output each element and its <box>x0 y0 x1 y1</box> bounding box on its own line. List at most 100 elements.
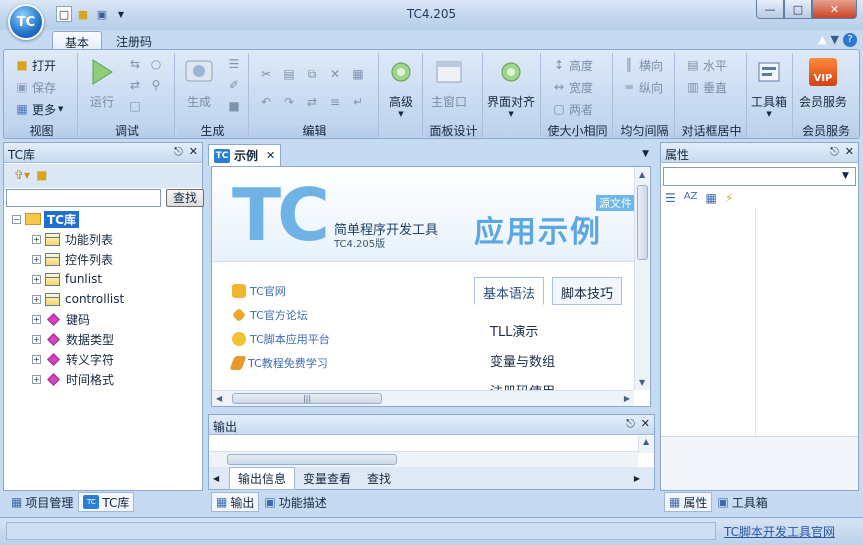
example-item[interactable]: 变量与数组 <box>490 351 555 370</box>
link-script-platform[interactable]: TC脚本应用平台 <box>232 327 330 351</box>
tab-script-tips[interactable]: 脚本技巧 <box>552 277 623 305</box>
pin-icon[interactable]: ⎋ <box>174 145 183 159</box>
member-button[interactable]: VIP 会员服务 <box>799 57 847 110</box>
tab-variable-view[interactable]: 变量查看 <box>295 468 359 489</box>
redo-icon[interactable]: ↷ <box>280 93 298 111</box>
expand-icon[interactable]: + <box>32 354 41 364</box>
debug-search-icon[interactable]: ⚲ <box>147 76 165 94</box>
tree-item[interactable]: + funlist <box>32 269 202 289</box>
expand-icon[interactable]: + <box>32 314 41 324</box>
scroll-left-icon[interactable]: ◀ <box>216 394 222 403</box>
tab-properties[interactable]: ▦ 属性 <box>664 492 713 512</box>
expand-icon[interactable]: + <box>32 234 41 244</box>
maximize-button[interactable]: □ <box>784 0 812 19</box>
stop-icon[interactable]: □ <box>126 97 144 115</box>
space-horizontal-button[interactable]: ║ 横向 <box>621 55 663 75</box>
run-button[interactable]: 运行 <box>86 57 118 110</box>
output-vertical-scrollbar[interactable]: ▲ <box>638 436 654 453</box>
document-horizontal-scrollbar[interactable]: ◀ ||| ▶ <box>212 390 634 406</box>
link-tc-website[interactable]: TC官网 <box>232 279 330 303</box>
tab-project-management[interactable]: ▦ 项目管理 <box>6 492 78 512</box>
expand-icon[interactable]: + <box>32 374 41 384</box>
help-icon[interactable]: ? <box>843 33 857 47</box>
toolbox-button[interactable]: 工具箱 ▼ <box>751 57 787 118</box>
pin-icon[interactable]: ⎋ <box>830 145 839 159</box>
document-vscroll-thumb[interactable] <box>637 185 648 260</box>
shirt-icon[interactable]: ▲ <box>818 33 826 47</box>
same-width-button[interactable]: ↔ 宽度 <box>551 77 593 97</box>
close-button[interactable]: ✕ <box>812 0 857 19</box>
scroll-up-icon[interactable]: ▲ <box>639 170 645 179</box>
breakpoint-icon[interactable]: ○ <box>147 55 165 73</box>
same-height-button[interactable]: ↕ 高度 <box>551 55 593 75</box>
expand-icon[interactable]: + <box>32 334 41 344</box>
pin-icon[interactable]: ⎋ <box>626 417 635 431</box>
link-free-tutorial[interactable]: TC教程免费学习 <box>229 351 330 375</box>
scroll-right-icon[interactable]: ▶ <box>624 394 630 403</box>
library-search-input[interactable] <box>6 189 161 207</box>
same-both-button[interactable]: ▢ 两者 <box>551 99 593 119</box>
output-hscroll-thumb[interactable] <box>227 454 397 465</box>
output-tabs-right-icon[interactable]: ▶ <box>634 474 640 483</box>
website-link[interactable]: TC脚本开发工具官网 <box>724 523 835 540</box>
output-tabs-left-icon[interactable]: ◀ <box>213 474 219 483</box>
step-into-icon[interactable]: ⇆ <box>126 55 144 73</box>
open-button[interactable]: ■ 打开 <box>14 55 56 75</box>
tab-output[interactable]: ▦ 输出 <box>211 492 260 512</box>
select-all-icon[interactable]: ▦ <box>349 65 367 83</box>
tree-item[interactable]: + 时间格式 <box>32 369 202 389</box>
tab-function-description[interactable]: ▣ 功能描述 <box>259 492 331 512</box>
document-hscroll-thumb[interactable]: ||| <box>232 393 382 404</box>
panel-close-icon[interactable]: ✕ <box>641 417 650 431</box>
app-menu-orb[interactable]: TC <box>8 4 44 40</box>
tree-item[interactable]: + 控件列表 <box>32 249 202 269</box>
expand-icon[interactable]: + <box>32 274 41 284</box>
tab-output-info[interactable]: 输出信息 <box>229 466 296 490</box>
replace-icon[interactable]: ⇄ <box>303 93 321 111</box>
build-button[interactable]: 生成 <box>183 57 215 110</box>
categorized-icon[interactable]: ☰ <box>665 191 676 207</box>
tree-item[interactable]: + 功能列表 <box>32 229 202 249</box>
step-over-icon[interactable]: ⇄ <box>126 76 144 94</box>
tree-item[interactable]: + 键码 <box>32 309 202 329</box>
align-button[interactable]: 界面对齐 ▼ <box>487 57 535 118</box>
advanced-button[interactable]: 高级 ▼ <box>385 57 417 118</box>
tab-tc-library[interactable]: TC TC库 <box>78 492 135 512</box>
undo-icon[interactable]: ↶ <box>257 93 275 111</box>
tab-basic-syntax[interactable]: 基本语法 <box>474 277 545 305</box>
save-button[interactable]: ▣ 保存 <box>14 77 56 97</box>
tree-item[interactable]: + 转义字符 <box>32 349 202 369</box>
panel-close-icon[interactable]: ✕ <box>189 145 198 159</box>
tree-root[interactable]: − TC库 <box>12 209 202 229</box>
scroll-down-icon[interactable]: ▼ <box>639 378 645 387</box>
indent-icon[interactable]: ≡ <box>326 93 344 111</box>
output-hscroll[interactable] <box>209 451 638 467</box>
cut-icon[interactable]: ✂ <box>257 65 275 83</box>
sort-az-icon[interactable]: AZ <box>684 191 698 207</box>
source-file-badge[interactable]: 源文件 <box>596 195 635 211</box>
object-selector-dropdown-icon[interactable]: ▼ <box>838 169 853 184</box>
ribbon-help-icon[interactable]: ▼ <box>831 33 839 47</box>
center-horizontal-button[interactable]: ▤ 水平 <box>685 55 727 75</box>
tab-find[interactable]: 查找 <box>359 468 399 489</box>
collapse-icon[interactable]: − <box>12 214 21 224</box>
space-vertical-button[interactable]: ═ 纵向 <box>621 77 663 97</box>
library-folder-icon[interactable]: ■ <box>36 168 47 184</box>
expand-icon[interactable]: + <box>32 294 41 304</box>
library-tool-icon[interactable]: ✞▾ <box>14 168 30 184</box>
center-vertical-button[interactable]: ▥ 垂直 <box>685 77 727 97</box>
layers-icon[interactable]: ☰ <box>225 55 243 73</box>
delete-icon[interactable]: ✕ <box>326 65 344 83</box>
document-tab-close-icon[interactable]: ✕ <box>266 149 275 162</box>
property-pages-icon[interactable]: ▦ <box>705 191 716 207</box>
brush-icon[interactable]: ✐ <box>225 76 243 94</box>
wrap-icon[interactable]: ↵ <box>349 93 367 111</box>
ribbon-tab-basic[interactable]: 基本 <box>52 31 103 50</box>
property-grid[interactable] <box>661 209 756 436</box>
link-tc-forum[interactable]: TC官方论坛 <box>231 303 330 327</box>
events-icon[interactable]: ⚡ <box>725 191 733 207</box>
panel-close-icon[interactable]: ✕ <box>845 145 854 159</box>
package-icon[interactable]: ■ <box>225 97 243 115</box>
object-selector[interactable]: ▼ <box>663 167 856 186</box>
minimize-button[interactable]: — <box>756 0 784 19</box>
